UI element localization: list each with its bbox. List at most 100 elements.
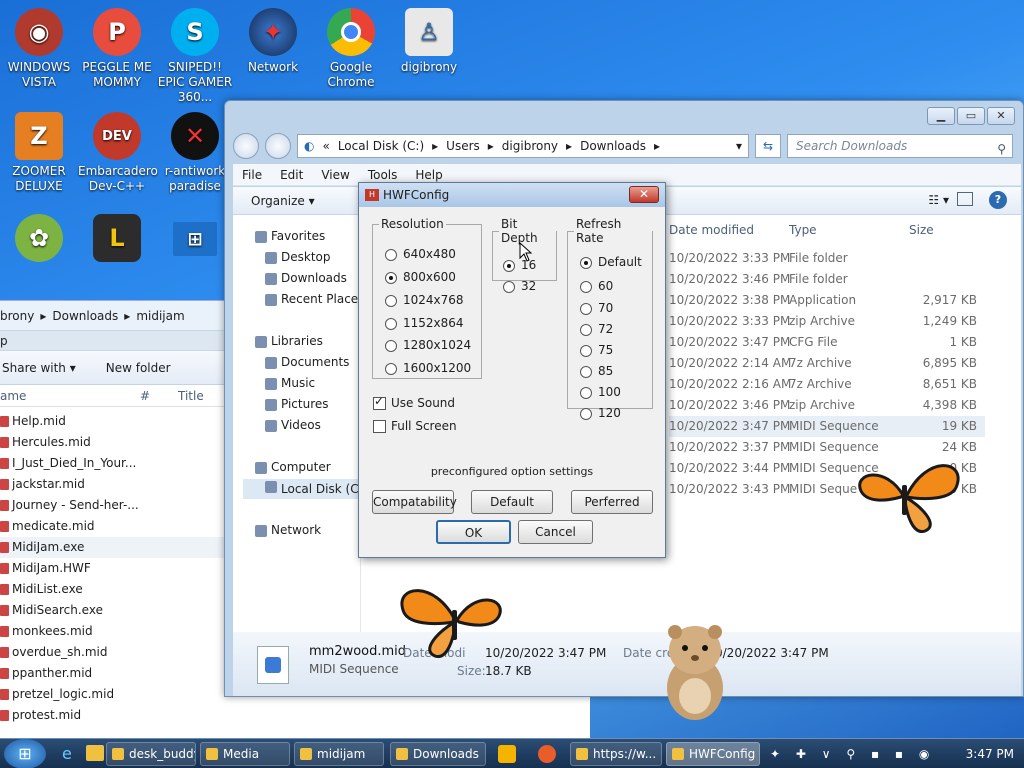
butterfly-icon[interactable] bbox=[395, 580, 515, 660]
view-options-icon[interactable]: ☷ ▾ bbox=[928, 193, 949, 207]
menu-tools[interactable]: Tools bbox=[359, 168, 407, 182]
dialog-titlebar[interactable]: H HWFConfig ✕ bbox=[359, 183, 665, 207]
nav-videos[interactable]: Videos bbox=[265, 418, 321, 432]
col-title[interactable]: Title bbox=[178, 389, 204, 403]
close-button[interactable]: ✕ bbox=[987, 107, 1015, 125]
nav-music[interactable]: Music bbox=[265, 376, 315, 390]
menu-file[interactable]: File bbox=[233, 168, 271, 182]
nav-libraries[interactable]: Libraries bbox=[255, 334, 323, 348]
desktop-icon-antiwork[interactable]: ✕ r-antiwork paradise bbox=[156, 112, 234, 194]
desktop-icon-zoomer[interactable]: Z ZOOMER DELUXE bbox=[0, 112, 78, 194]
new-folder-button[interactable]: New folder bbox=[106, 361, 171, 375]
tray-icons[interactable]: ✦ ✚ ∨ ⚲ ▪ ▪ ◉ bbox=[770, 747, 935, 761]
hamster-icon[interactable] bbox=[655, 618, 735, 722]
col-type[interactable]: Type bbox=[789, 223, 817, 237]
nav-local-disk[interactable]: Local Disk (C:) bbox=[243, 479, 367, 499]
desktop-icon-digibrony[interactable]: ♙ digibrony bbox=[390, 8, 468, 75]
taskbar-item-midijam[interactable]: midijam bbox=[294, 742, 384, 766]
radio-refresh-70[interactable]: 70 bbox=[580, 301, 613, 315]
menu-edit[interactable]: Edit bbox=[271, 168, 312, 182]
maximize-button[interactable]: ▭ bbox=[957, 107, 985, 125]
nav-downloads[interactable]: Downloads bbox=[265, 271, 347, 285]
taskbar-item-desk-buddy[interactable]: desk_buddy bbox=[106, 742, 196, 766]
ok-button[interactable]: OK bbox=[436, 520, 511, 544]
table-row[interactable]: 10/20/2022 3:33 PM zip Archive 1,249 KB bbox=[669, 311, 985, 332]
taskbar-item-hwfconfig[interactable]: HWFConfig bbox=[666, 742, 760, 766]
desktop-icon-windows7[interactable]: ⊞ bbox=[156, 222, 234, 260]
start-button[interactable]: ⊞ bbox=[4, 739, 46, 768]
breadcrumb-segment[interactable]: Local Disk (C:) bbox=[338, 139, 424, 153]
desktop-icon-sniped[interactable]: S SNIPED!! EPIC GAMER 360... bbox=[156, 8, 234, 105]
desktop-icon-peggle[interactable]: P PEGGLE ME MOMMY bbox=[78, 8, 156, 90]
breadcrumb-segment[interactable]: digibrony bbox=[502, 139, 558, 153]
list-item[interactable]: protest.mid bbox=[0, 705, 590, 726]
breadcrumb-segment[interactable]: Downloads bbox=[52, 309, 118, 323]
table-row[interactable]: 10/20/2022 3:38 PM Application 2,917 KB bbox=[669, 290, 985, 311]
col-date-modified[interactable]: Date modified bbox=[669, 223, 754, 237]
butterfly-icon[interactable] bbox=[845, 455, 965, 535]
clock[interactable]: 3:47 PM bbox=[966, 739, 1014, 768]
share-with-button[interactable]: Share with ▾ bbox=[2, 361, 76, 375]
radio-res-1152x864[interactable]: 1152x864 bbox=[385, 316, 464, 330]
radio-refresh-75[interactable]: 75 bbox=[580, 343, 613, 357]
nav-pictures[interactable]: Pictures bbox=[265, 397, 329, 411]
nav-network[interactable]: Network bbox=[255, 523, 321, 537]
internet-explorer-icon[interactable]: e bbox=[62, 744, 72, 763]
radio-res-640x480[interactable]: 640x480 bbox=[385, 247, 456, 261]
app-icon[interactable] bbox=[538, 745, 556, 763]
perferred-button[interactable]: Perferred bbox=[571, 490, 653, 514]
dialog-close-button[interactable]: ✕ bbox=[629, 186, 659, 203]
organize-button[interactable]: Organize ▾ bbox=[251, 194, 315, 208]
taskbar-item-media[interactable]: Media bbox=[200, 742, 290, 766]
window-titlebar[interactable]: ▁ ▭ ✕ bbox=[225, 101, 1023, 131]
nav-desktop[interactable]: Desktop bbox=[265, 250, 331, 264]
col-name[interactable]: ame bbox=[0, 389, 140, 403]
menu-help[interactable]: Help bbox=[406, 168, 451, 182]
radio-res-1280x1024[interactable]: 1280x1024 bbox=[385, 338, 471, 352]
address-bar[interactable]: ◐ « Local Disk (C:) ▸ Users ▸ digibrony ▸ D… bbox=[297, 134, 749, 158]
help-icon[interactable]: ? bbox=[989, 191, 1007, 209]
menu-view[interactable]: View bbox=[312, 168, 358, 182]
breadcrumb-overflow[interactable]: « bbox=[322, 139, 329, 153]
radio-res-800x600[interactable]: 800x600 bbox=[385, 270, 456, 284]
desktop-icon-windows-vista[interactable]: ◉ WINDOWS VISTA bbox=[0, 8, 78, 90]
table-row[interactable]: 10/20/2022 3:47 PM MIDI Sequence 19 KB bbox=[669, 416, 985, 437]
table-row[interactable]: 10/20/2022 2:16 AM 7z Archive 8,651 KB bbox=[669, 374, 985, 395]
radio-refresh-100[interactable]: 100 bbox=[580, 385, 621, 399]
radio-bit-32[interactable]: 32 bbox=[503, 279, 536, 293]
forward-button[interactable] bbox=[265, 133, 291, 159]
taskbar-item-chrome[interactable]: https://w... bbox=[570, 742, 662, 766]
use-sound-checkbox[interactable]: Use Sound bbox=[373, 394, 455, 410]
chevron-down-icon[interactable]: ▾ bbox=[736, 139, 742, 153]
breadcrumb-segment[interactable]: brony bbox=[0, 309, 34, 323]
col-size[interactable]: Size bbox=[909, 223, 934, 237]
nav-documents[interactable]: Documents bbox=[265, 355, 349, 369]
compatability-button[interactable]: Compatability bbox=[372, 490, 457, 514]
desktop-icon-devcpp[interactable]: DEV Embarcadero Dev-C++ bbox=[78, 112, 158, 194]
taskbar-item-downloads[interactable]: Downloads bbox=[390, 742, 486, 766]
table-row[interactable]: 10/20/2022 2:14 AM 7z Archive 6,895 KB bbox=[669, 353, 985, 374]
table-row[interactable]: 10/20/2022 3:46 PM File folder bbox=[669, 269, 985, 290]
nav-computer[interactable]: Computer bbox=[255, 460, 331, 474]
breadcrumb-segment[interactable]: midijam bbox=[136, 309, 184, 323]
cancel-button[interactable]: Cancel bbox=[518, 520, 593, 544]
desktop-icon-network[interactable]: ✦ Network bbox=[234, 8, 312, 75]
search-input[interactable]: Search Downloads ⚲ bbox=[787, 134, 1013, 158]
radio-refresh-120[interactable]: 120 bbox=[580, 406, 621, 420]
breadcrumb-segment[interactable]: Downloads bbox=[580, 139, 646, 153]
radio-res-1024x768[interactable]: 1024x768 bbox=[385, 293, 464, 307]
full-screen-checkbox[interactable]: Full Screen bbox=[373, 419, 457, 433]
table-row[interactable]: 10/20/2022 3:33 PM File folder bbox=[669, 248, 985, 269]
radio-refresh-72[interactable]: 72 bbox=[580, 322, 613, 336]
radio-res-1600x1200[interactable]: 1600x1200 bbox=[385, 361, 471, 375]
explorer-folder-icon[interactable] bbox=[86, 745, 104, 761]
preview-pane-icon[interactable] bbox=[957, 192, 973, 206]
table-row[interactable]: 10/20/2022 3:47 PM CFG File 1 KB bbox=[669, 332, 985, 353]
table-row[interactable]: 10/20/2022 3:46 PM zip Archive 4,398 KB bbox=[669, 395, 985, 416]
desktop-icon-clock[interactable]: L bbox=[78, 214, 156, 266]
radio-refresh-85[interactable]: 85 bbox=[580, 364, 613, 378]
refresh-button[interactable]: ⇆ bbox=[755, 134, 781, 158]
desktop-icon-flower[interactable]: ✿ bbox=[0, 214, 78, 266]
nav-favorites[interactable]: Favorites bbox=[255, 229, 325, 243]
desktop-icon-chrome[interactable]: Google Chrome bbox=[312, 8, 390, 90]
